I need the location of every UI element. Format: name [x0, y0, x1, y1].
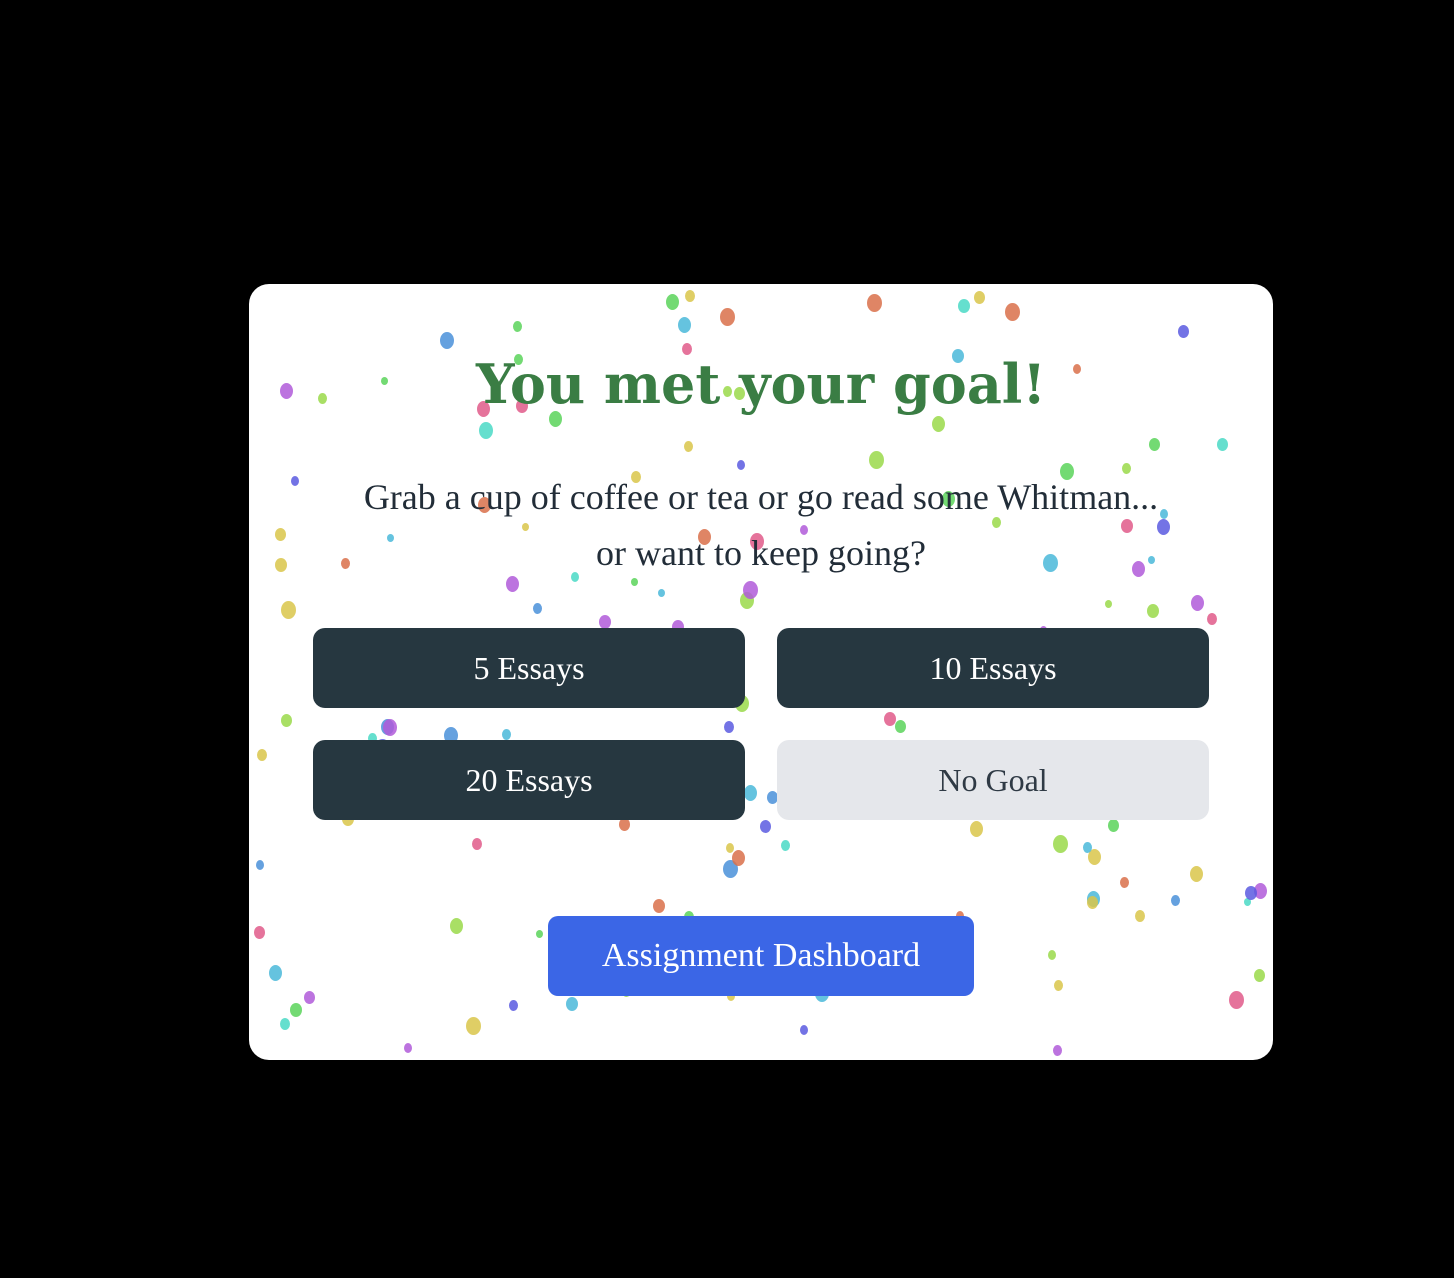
goal-5-essays-button[interactable]: 5 Essays	[313, 628, 745, 708]
modal-subtitle: Grab a cup of coffee or tea or go read s…	[289, 469, 1233, 581]
goal-10-essays-button[interactable]: 10 Essays	[777, 628, 1209, 708]
subtitle-line-2: or want to keep going?	[596, 533, 926, 573]
assignment-dashboard-button[interactable]: Assignment Dashboard	[548, 916, 974, 996]
goal-20-essays-button[interactable]: 20 Essays	[313, 740, 745, 820]
no-goal-button[interactable]: No Goal	[777, 740, 1209, 820]
goal-modal: You met your goal! Grab a cup of coffee …	[249, 284, 1273, 1060]
subtitle-line-1: Grab a cup of coffee or tea or go read s…	[363, 477, 1159, 517]
modal-title: You met your goal!	[475, 352, 1047, 416]
modal-content: You met your goal! Grab a cup of coffee …	[249, 284, 1273, 1060]
